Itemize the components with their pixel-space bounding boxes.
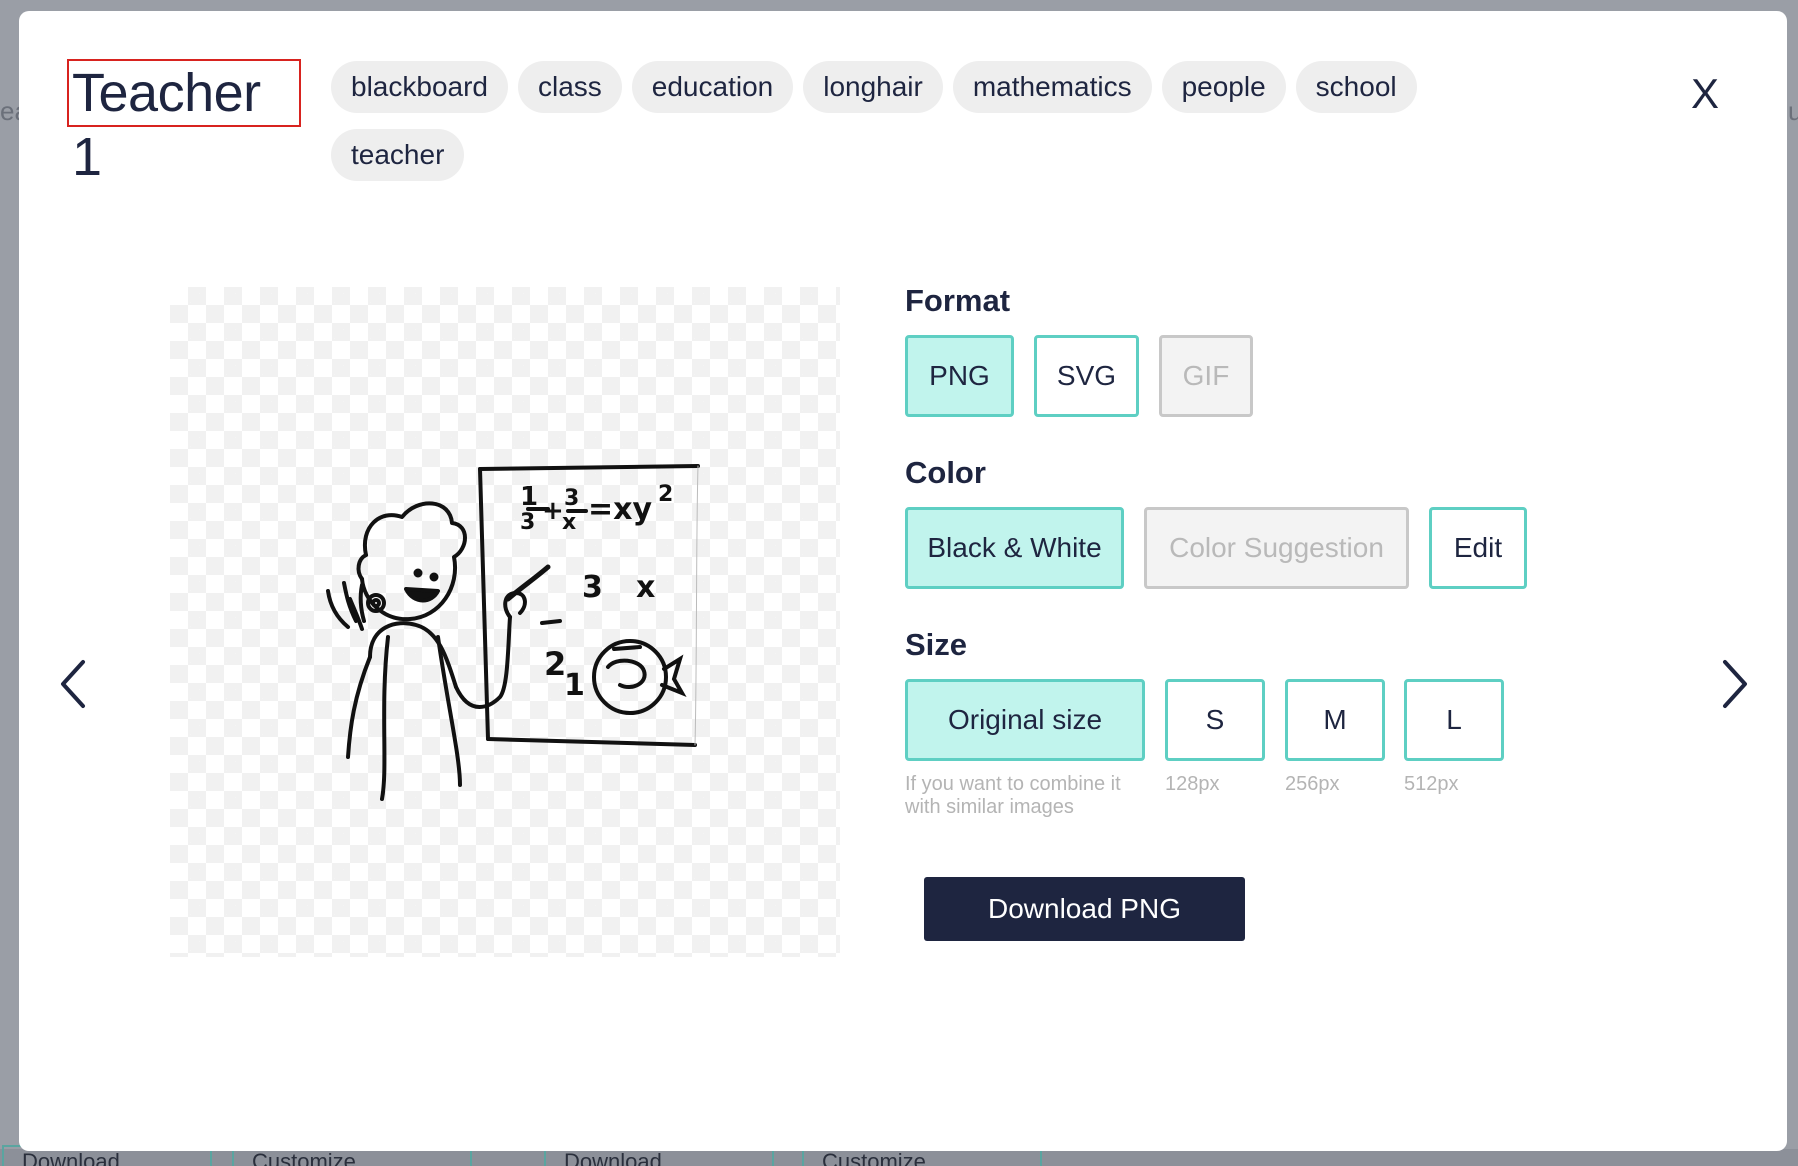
size-label: Size xyxy=(905,627,968,662)
format-gif-button: GIF xyxy=(1159,335,1253,417)
tag-teacher[interactable]: teacher xyxy=(331,129,465,181)
previous-image-button[interactable] xyxy=(53,654,93,714)
color-suggestion-button: Color Suggestion xyxy=(1144,507,1409,589)
size-s-button[interactable]: S xyxy=(1165,679,1265,761)
teacher-blackboard-illustration: 1 3 + 3 x =xy 2 3 x 2 1 xyxy=(326,464,700,801)
chevron-left-icon xyxy=(61,660,85,708)
svg-text:x: x xyxy=(562,510,576,535)
close-button[interactable]: X xyxy=(1685,69,1725,119)
tag-school[interactable]: school xyxy=(1295,61,1417,113)
background-text-right: us xyxy=(1788,96,1798,126)
svg-text:x: x xyxy=(636,570,655,605)
size-l-hint: 512px xyxy=(1404,773,1459,795)
svg-text:2: 2 xyxy=(658,482,673,507)
download-button[interactable]: Download PNG xyxy=(924,877,1245,941)
svg-text:=xy: =xy xyxy=(588,492,652,527)
image-detail-modal: Teacher 1 blackboard class education lon… xyxy=(19,11,1787,1151)
color-black-white-button[interactable]: Black & White xyxy=(905,507,1124,589)
svg-text:3: 3 xyxy=(520,510,535,535)
tag-people[interactable]: people xyxy=(1161,61,1286,113)
color-edit-button[interactable]: Edit xyxy=(1429,507,1527,589)
tag-longhair[interactable]: longhair xyxy=(803,61,943,113)
format-svg-button[interactable]: SVG xyxy=(1034,335,1139,417)
size-original-hint: If you want to combine it with similar i… xyxy=(905,773,1121,818)
tag-class[interactable]: class xyxy=(517,61,622,113)
next-image-button[interactable] xyxy=(1715,654,1755,714)
format-label: Format xyxy=(905,283,1011,318)
svg-text:1: 1 xyxy=(564,668,585,703)
image-preview: 1 3 + 3 x =xy 2 3 x 2 1 xyxy=(170,287,840,957)
size-original-button[interactable]: Original size xyxy=(905,679,1145,761)
size-m-button[interactable]: M xyxy=(1285,679,1385,761)
tag-mathematics[interactable]: mathematics xyxy=(952,61,1152,113)
tag-education[interactable]: education xyxy=(631,61,794,113)
svg-text:2: 2 xyxy=(544,645,566,683)
background-bottom-strip: Download Customize Download Customize xyxy=(0,1145,1798,1166)
svg-text:3: 3 xyxy=(582,570,603,605)
tag-list: blackboard class education longhair math… xyxy=(331,61,1501,181)
tag-blackboard[interactable]: blackboard xyxy=(331,61,508,113)
size-m-hint: 256px xyxy=(1285,773,1340,795)
chevron-right-icon xyxy=(1723,660,1747,708)
image-title: Teacher 1 xyxy=(67,59,301,187)
size-l-button[interactable]: L xyxy=(1404,679,1504,761)
size-s-hint: 128px xyxy=(1165,773,1220,795)
format-png-button[interactable]: PNG xyxy=(905,335,1014,417)
color-label: Color xyxy=(905,455,986,490)
svg-text:3: 3 xyxy=(564,486,579,511)
